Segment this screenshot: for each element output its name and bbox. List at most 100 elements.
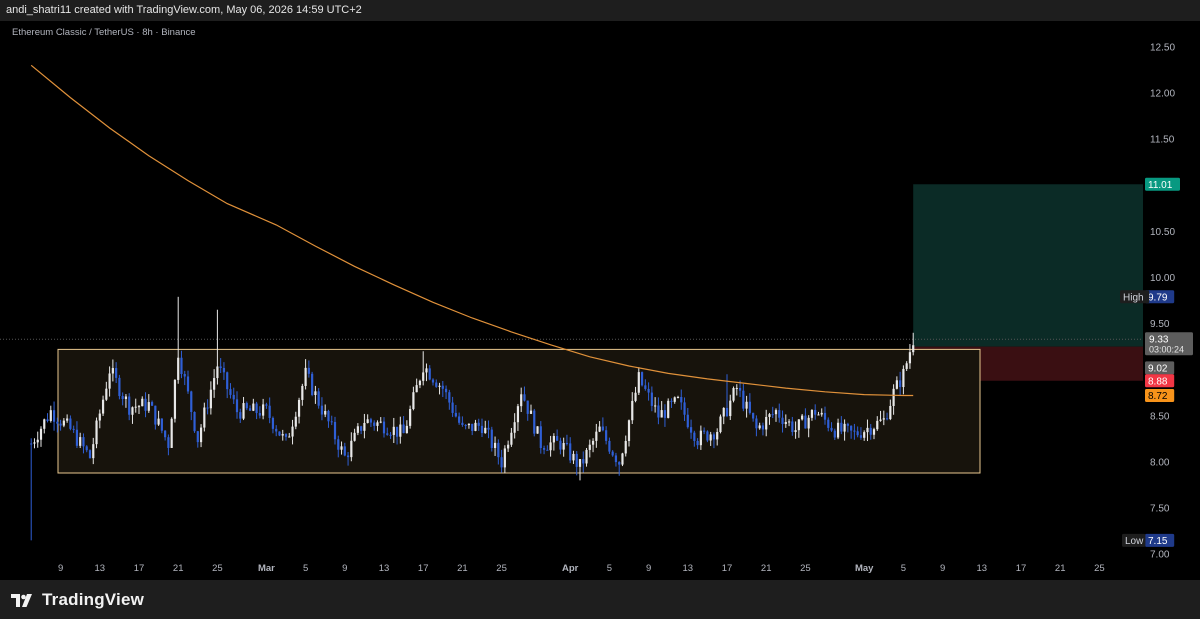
candle-body-194 [663,410,667,418]
y-tick-label: 11.50 [1150,135,1175,146]
candle-body-103 [366,419,369,423]
level-1-tag: 9.02 [1148,363,1168,374]
candle-body-50 [193,411,196,432]
candle-body-63 [235,399,239,413]
candle-body-7 [52,410,56,422]
candle-body-108 [382,421,386,434]
high-label: High [1123,292,1144,303]
candle-body-155 [536,426,539,434]
candle-body-98 [350,440,353,458]
x-tick-label: 9 [646,563,651,574]
candle-body-172 [591,440,595,445]
y-tick-label: 8.50 [1150,411,1170,422]
candle-body-133 [464,424,467,426]
candle-body-162 [559,440,562,450]
candle-body-76 [278,431,281,436]
candle-body-3 [39,428,43,440]
candle-body-100 [356,426,359,433]
candle-body-189 [647,388,650,393]
candle-body-206 [703,430,706,432]
candle-body-86 [311,373,314,396]
candle-body-144 [500,457,503,468]
candle-body-130 [454,412,457,417]
candle-body-196 [670,400,673,402]
candle-body-72 [265,404,268,406]
candle-body-260 [879,419,882,421]
candle-body-126 [441,385,444,389]
x-tick-label: 17 [418,563,429,574]
candle-body-169 [582,459,585,464]
x-tick-label: 9 [58,563,63,574]
level-3-tag: 8.72 [1148,391,1168,402]
candle-body-68 [252,403,255,411]
candle-body-52 [199,427,203,443]
candle-body-259 [876,420,879,430]
x-tick-label: 21 [761,563,772,574]
candle-body-83 [301,385,304,400]
moving-average-layer [30,64,914,397]
candle-body-223 [758,425,761,429]
x-tick-label: 17 [134,563,145,574]
candle-body-25 [111,368,114,374]
candle-body-38 [154,405,157,425]
candle-body-186 [637,372,640,393]
candle-body-43 [170,418,173,448]
candle-body-74 [271,417,275,429]
candle-body-253 [856,431,859,436]
candle-body-266 [899,380,902,388]
candle-body-91 [327,410,330,422]
candle-body-195 [667,400,670,418]
candle-body-34 [141,398,144,407]
candle-body-149 [516,406,520,423]
candle-body-171 [588,444,591,450]
candle-body-252 [853,430,856,432]
candle-body-174 [598,426,601,432]
candle-body-221 [752,412,755,419]
x-tick-label: 9 [940,563,945,574]
candle-body-55 [209,389,212,409]
candle-body-42 [167,437,170,448]
candle-body-120 [422,372,425,381]
tradingview-logo-icon [11,594,32,607]
candle-body-101 [360,426,363,431]
candle-body-202 [689,427,693,433]
x-tick-label: 13 [95,563,106,574]
candle-body-9 [59,423,62,426]
candle-body-205 [699,430,702,446]
candle-body-163 [562,443,565,450]
candle-body-71 [262,404,265,416]
candle-body-219 [745,401,748,409]
candle-body-211 [719,416,722,433]
price-chart[interactable]: 12.50 12.00 11.50 10.50 10.00 9.50 8.50 8.00 7.5… [0,21,1200,580]
candle-body-16 [82,437,85,447]
candle-body-88 [317,391,320,406]
candle-body-36 [147,402,150,411]
candle-body-159 [549,442,552,451]
candle-body-19 [92,444,95,459]
candle-body-15 [79,437,82,446]
candle-body-90 [324,410,327,415]
candle-body-248 [840,422,843,432]
candle-body-161 [556,436,559,441]
candle-body-164 [565,443,569,445]
candle-body-217 [738,387,742,391]
candle-body-59 [222,367,226,373]
tradingview-brand[interactable]: TradingView [10,590,144,610]
candle-body-256 [866,427,869,433]
candle-body-77 [281,434,284,436]
moving-average-line [30,64,914,397]
candle-body-182 [624,440,627,454]
candle-body-247 [836,422,840,438]
candle-body-8 [56,421,59,424]
low-price-tag: 7.15 [1148,536,1168,547]
candle-body-224 [761,425,765,430]
candle-body-245 [830,427,833,431]
candle-body-44 [173,379,177,419]
candle-body-242 [820,412,823,415]
target-zone [913,184,1143,347]
candle-body-5 [46,419,49,421]
low-label: Low [1125,536,1144,547]
candle-body-261 [882,418,885,420]
candle-body-191 [654,405,657,407]
candle-body-140 [487,427,490,430]
